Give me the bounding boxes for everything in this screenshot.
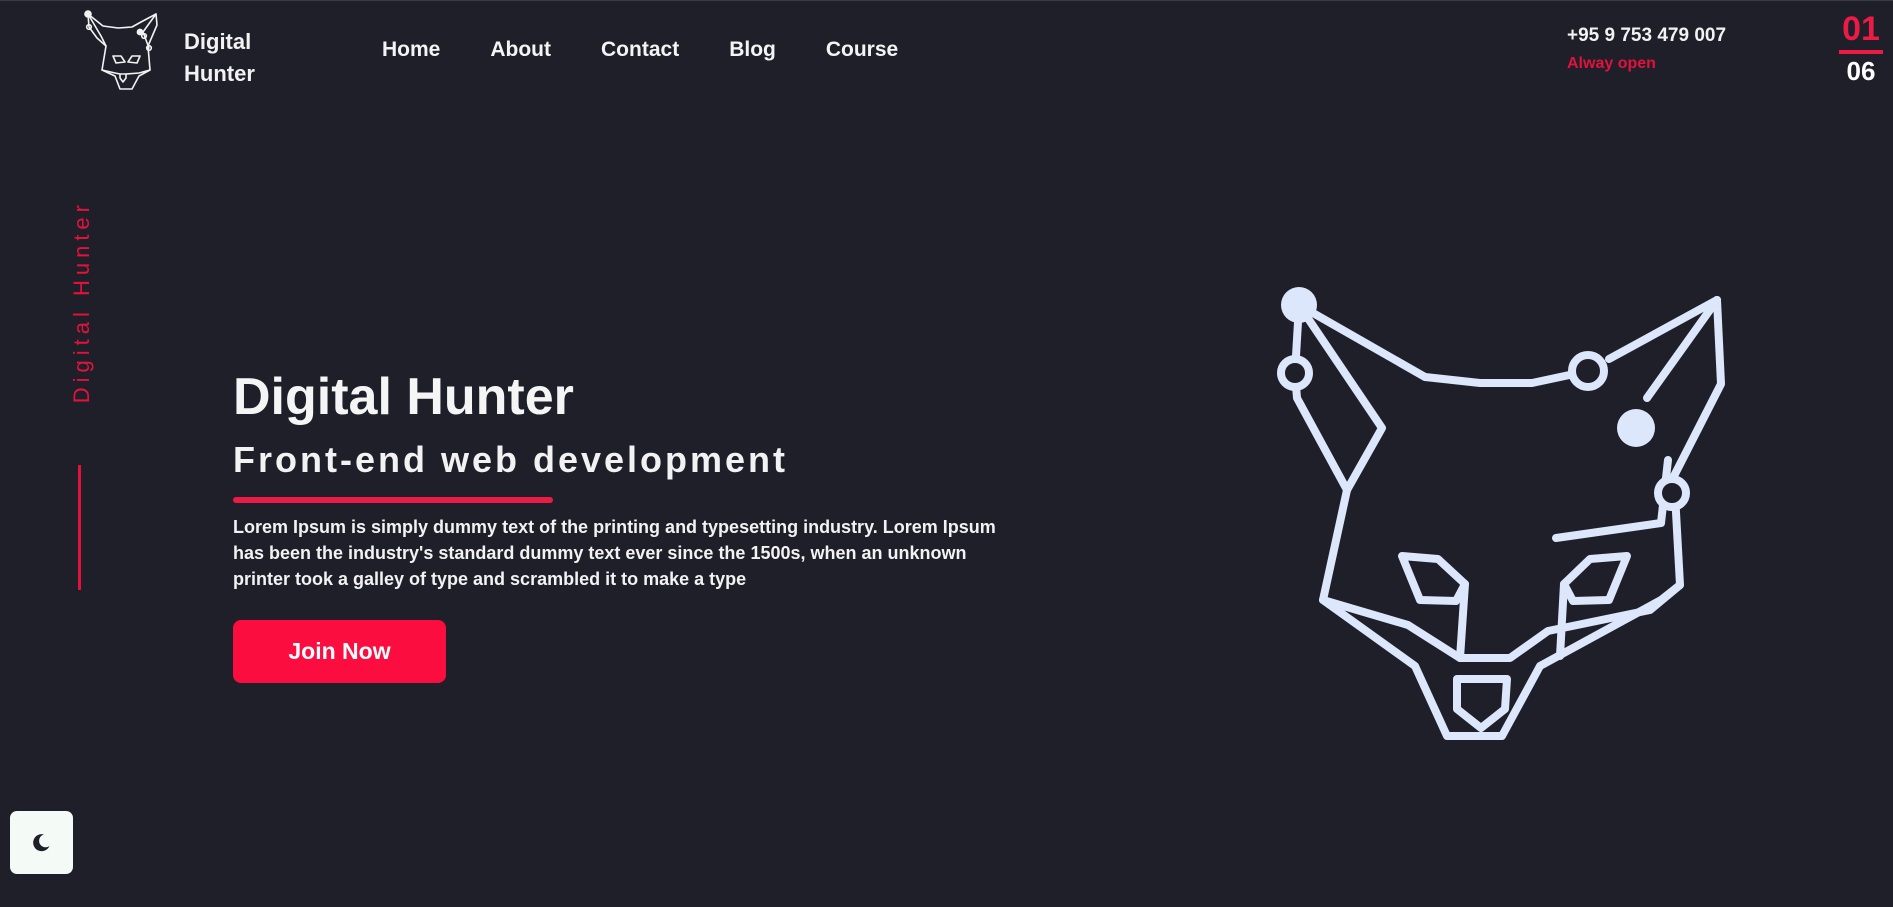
phone-number[interactable]: +95 9 753 479 007 [1567, 24, 1726, 48]
fox-head-icon [1277, 287, 1725, 740]
page: Digital Hunter Home About Contact Blog C… [0, 0, 1893, 907]
theme-toggle-button[interactable] [10, 811, 73, 874]
total-slides: 06 [1846, 56, 1876, 86]
nav-course[interactable]: Course [826, 36, 898, 64]
top-divider [0, 0, 1893, 1]
hero-underline [233, 497, 553, 503]
join-now-button[interactable]: Join Now [233, 620, 446, 683]
current-slide: 01 [1842, 10, 1880, 48]
header: Digital Hunter Home About Contact Blog C… [0, 0, 1893, 110]
nav-home[interactable]: Home [382, 36, 440, 64]
counter-divider [1839, 50, 1883, 54]
brand-line-1: Digital [184, 29, 252, 54]
main-nav: Home About Contact Blog Course [382, 36, 948, 64]
fox-logo-icon[interactable] [82, 10, 162, 94]
vertical-label: Digital Hunter [62, 200, 102, 440]
nav-about[interactable]: About [490, 36, 551, 64]
vertical-accent-line [78, 465, 81, 590]
hero-description: Lorem Ipsum is simply dummy text of the … [233, 517, 996, 589]
slide-counter: 01 06 [1836, 10, 1886, 86]
brand-line-2: Hunter [184, 61, 255, 86]
opening-hours: Alway open [1567, 55, 1656, 72]
brand-name[interactable]: Digital Hunter [184, 26, 304, 90]
vertical-label-text: Digital Hunter [69, 200, 94, 404]
nav-blog[interactable]: Blog [729, 36, 776, 64]
contact-info: +95 9 753 479 007 Alway open [1567, 24, 1726, 74]
nav-contact[interactable]: Contact [601, 36, 679, 64]
moon-icon [33, 834, 50, 852]
hero-subtitle: Front-end web development [233, 439, 789, 480]
hero-title: Digital Hunter [233, 368, 574, 426]
